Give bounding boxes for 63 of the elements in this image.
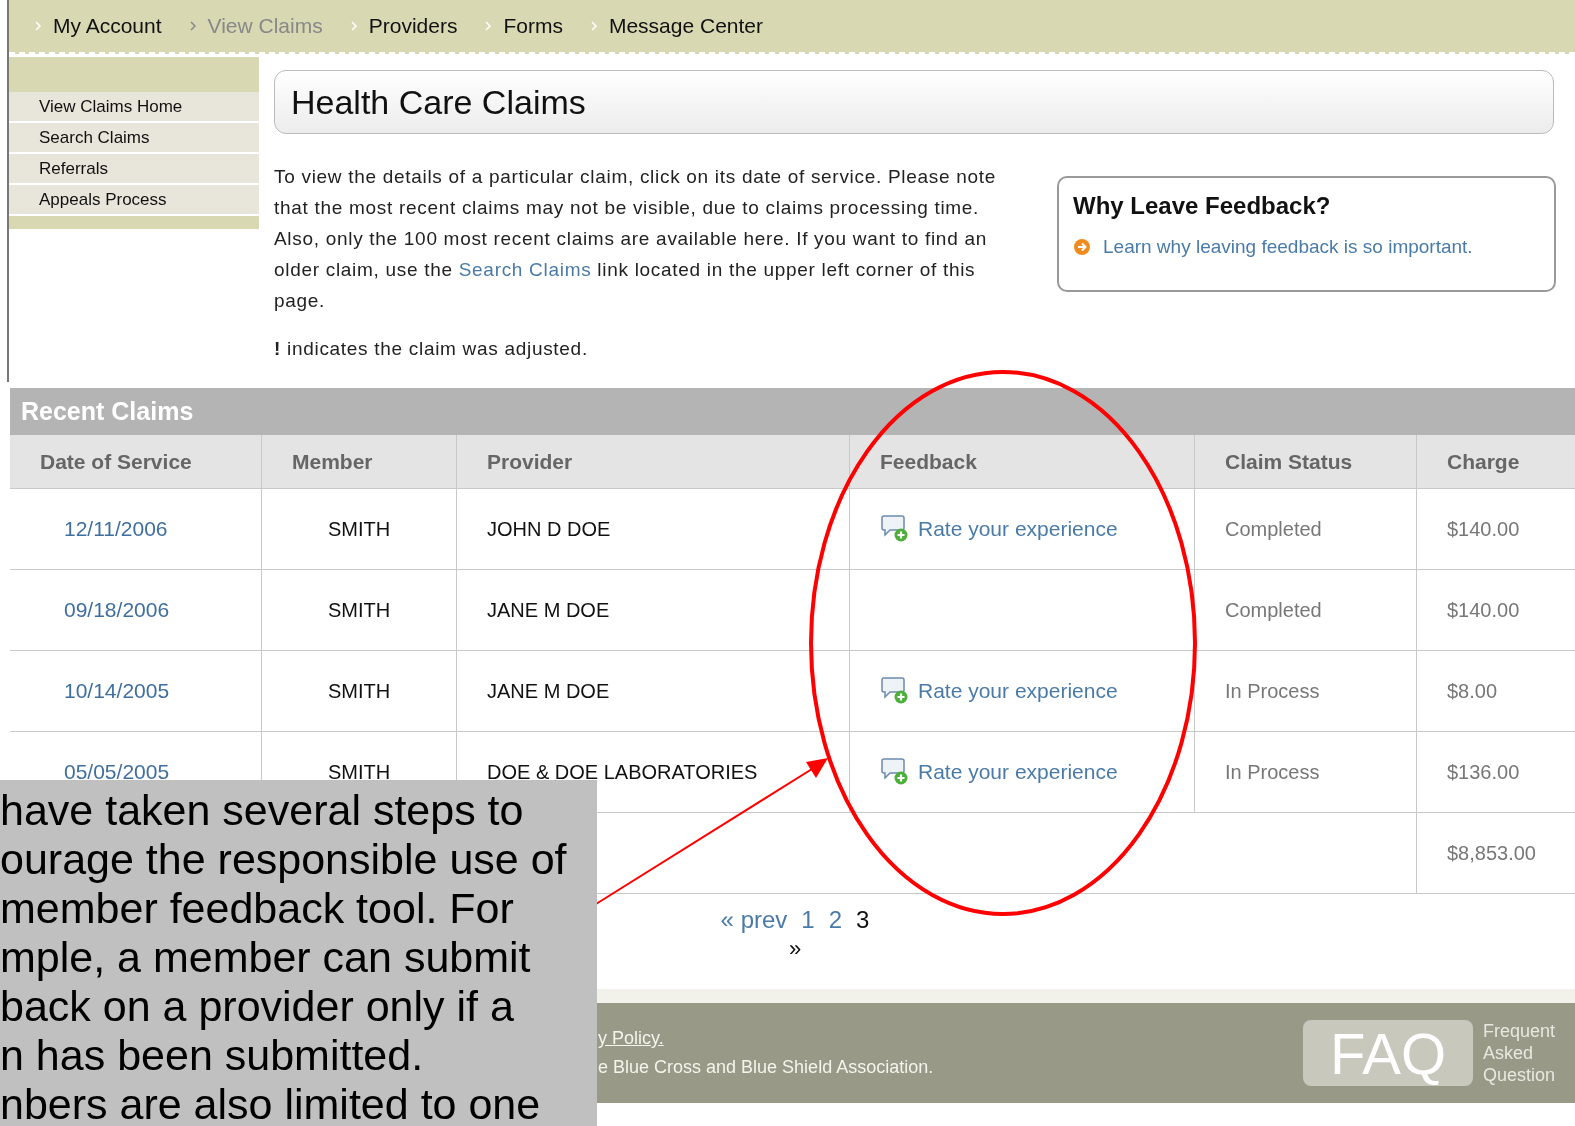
claim-status-cell: Completed (1225, 598, 1322, 622)
column-header: Date of Service (10, 435, 262, 488)
legend-text: ! indicates the claim was adjusted. (274, 338, 589, 360)
sidebar-item[interactable]: View Claims Home (9, 92, 259, 123)
column-header: Charge (1417, 435, 1575, 488)
chevron-icon (590, 21, 597, 31)
provider-cell: DOE & DOE LABORATORIES (487, 760, 758, 784)
rate-experience-link[interactable]: Rate your experience (918, 679, 1118, 703)
search-claims-link[interactable]: Search Claims (458, 259, 592, 280)
claim-status-cell: In Process (1225, 679, 1320, 703)
chevron-icon (189, 21, 196, 31)
intro-text: To view the details of a particular claim, click on its date of service. Please note that the most recent claims may not be visible, due to claims processing time. Also, only the 100 most recent claims are available here. If you want to find an older claim, use the Search Claims link located in the upper left corner of this page. (274, 165, 997, 313)
comment-add-icon (880, 677, 910, 705)
prev-page-link[interactable]: « prev (720, 906, 788, 934)
column-header: Claim Status (1195, 435, 1417, 488)
member-cell: SMITH (327, 679, 391, 703)
sidebar-item[interactable]: Appeals Process (9, 185, 259, 216)
date-link[interactable]: 05/05/2005 (40, 760, 170, 784)
nav-link[interactable]: Message Center (590, 14, 763, 38)
claim-status-cell: In Process (1225, 760, 1320, 784)
provider-cell: JOHN D DOE (487, 517, 611, 541)
page-number-link[interactable]: 3 (856, 906, 870, 934)
charge-cell: $140.00 (1447, 517, 1520, 541)
table-title: Recent Claims (21, 397, 194, 426)
nav-link[interactable]: Providers (350, 14, 458, 38)
chevron-icon (485, 21, 492, 31)
rate-experience-link[interactable]: Rate your experience (918, 760, 1118, 784)
date-link[interactable]: 12/11/2006 (40, 517, 168, 541)
total-charge: $8,853.00 (1447, 841, 1536, 865)
provider-cell: JANE M DOE (487, 598, 610, 622)
policy-link[interactable]: y Policy. (598, 1028, 1303, 1049)
column-header: Provider (457, 435, 850, 488)
comment-add-icon (880, 758, 910, 786)
page-number-link[interactable]: 1 (801, 906, 815, 934)
arrow-circle-icon (1073, 238, 1091, 256)
nav-link[interactable]: My Account (35, 14, 162, 38)
feedback-info-link[interactable]: Learn why leaving feedback is so important. (1103, 236, 1473, 258)
date-link[interactable]: 10/14/2005 (40, 679, 170, 703)
member-cell: SMITH (327, 760, 391, 784)
charge-cell: $140.00 (1447, 598, 1520, 622)
comment-add-icon (880, 515, 910, 543)
charge-cell: $136.00 (1447, 760, 1520, 784)
nav-link[interactable]: Forms (485, 14, 563, 38)
page-title: Health Care Claims (274, 70, 1554, 134)
rate-experience-link[interactable]: Rate your experience (918, 517, 1118, 541)
column-header: Member (262, 435, 457, 488)
next-page-link[interactable]: » (695, 936, 895, 962)
provider-cell: JANE M DOE (487, 679, 610, 703)
member-cell: SMITH (327, 598, 391, 622)
chevron-icon (35, 21, 41, 31)
charge-cell: $8.00 (1447, 679, 1498, 703)
chevron-icon (350, 21, 357, 31)
feedback-box-title: Why Leave Feedback? (1073, 192, 1332, 220)
claim-status-cell: Completed (1225, 517, 1322, 541)
page-number-link[interactable]: 2 (828, 906, 843, 934)
date-link[interactable]: 09/18/2006 (40, 598, 170, 622)
footer-copyright: e Blue Cross and Blue Shield Association. (598, 1057, 935, 1078)
sidebar-item[interactable]: Search Claims (9, 123, 259, 154)
column-header: Feedback (850, 435, 1195, 488)
faq-caption: Frequent Asked Question (1483, 1020, 1557, 1086)
sidebar-item[interactable]: Referrals (9, 154, 259, 185)
member-cell: SMITH (327, 517, 391, 541)
callout-text: have taken several steps to ourage the responsible use of member feedback tool. For mple, a member can submit back on a provider only if a n has been submitted. nbers are also limited to one (0, 786, 568, 1126)
